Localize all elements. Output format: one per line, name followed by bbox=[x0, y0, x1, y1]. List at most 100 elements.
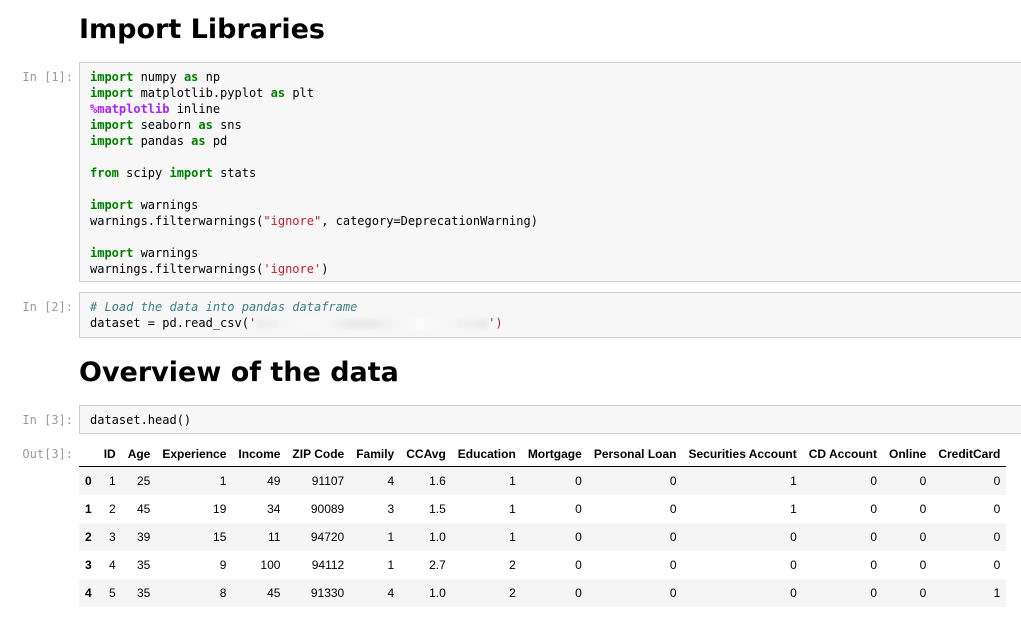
code-token: scipy bbox=[118, 166, 170, 180]
table-cell: 15 bbox=[213, 530, 227, 544]
table-cell: 1 bbox=[387, 558, 395, 572]
code-token: seaborn bbox=[133, 118, 199, 132]
code-cell-1-source[interactable]: import numpy as np import matplotlib.pyp… bbox=[80, 63, 1021, 283]
table-cell: 4 bbox=[387, 586, 395, 600]
cell3-prompt: In [3]: bbox=[22, 413, 73, 427]
dataframe-body: 0 1 25 1 49 91107 4 1.6 1 0 0 1 0 0 0 1 2 45 19 34 90089 3 1.5… bbox=[79, 466, 1007, 607]
table-cell: 3 bbox=[109, 530, 116, 544]
code-keyword: as bbox=[183, 70, 199, 84]
code-keyword: import bbox=[90, 86, 134, 100]
table-cell: 0 bbox=[870, 502, 877, 516]
column-header: Age bbox=[121, 442, 157, 467]
column-header: Securities Account bbox=[682, 442, 803, 467]
table-cell: 91107 bbox=[311, 474, 345, 488]
column-header: Personal Loan bbox=[587, 442, 683, 467]
code-string: 'ignore' bbox=[263, 262, 322, 276]
code-cell-3[interactable]: dataset.head() bbox=[79, 405, 1021, 434]
code-cell-1[interactable]: import numpy as np import matplotlib.pyp… bbox=[79, 62, 1021, 282]
cell1-prompt: In [1]: bbox=[22, 70, 73, 84]
table-cell: 1 bbox=[219, 474, 227, 488]
table-cell: 0 bbox=[790, 530, 797, 544]
column-header: Education bbox=[451, 442, 522, 467]
table-cell: 0 bbox=[919, 558, 927, 572]
table-cell: 0 bbox=[790, 558, 797, 572]
column-header: ZIP Code bbox=[286, 442, 351, 467]
table-cell: 8 bbox=[219, 586, 227, 600]
code-keyword: as bbox=[270, 86, 286, 100]
table-cell: 35 bbox=[137, 586, 151, 600]
table-cell: 1.0 bbox=[429, 586, 446, 600]
table-cell: 2 bbox=[509, 586, 516, 600]
code-comment: # Load the data into pandas dataframe bbox=[90, 300, 358, 314]
table-cell: 0 bbox=[919, 530, 927, 544]
code-string: ') bbox=[488, 316, 503, 330]
table-cell: 2 bbox=[509, 558, 516, 572]
table-cell: 1 bbox=[109, 474, 116, 488]
table-cell: 9 bbox=[219, 558, 227, 572]
table-cell: 91330 bbox=[310, 586, 345, 600]
table-row: 2 3 39 15 11 94720 1 1.0 1 0 0 0 0 0 0 bbox=[79, 523, 1007, 551]
column-header: Income bbox=[232, 442, 287, 467]
table-cell: 0 bbox=[575, 586, 582, 600]
code-token: inline bbox=[169, 102, 221, 116]
table-cell: 0 bbox=[669, 586, 677, 600]
table-cell: 1.5 bbox=[429, 502, 446, 516]
table-cell: 0 bbox=[919, 474, 927, 488]
column-header: Mortgage bbox=[521, 442, 588, 467]
code-token: sns bbox=[212, 118, 242, 132]
table-row: 0 1 25 1 49 91107 4 1.6 1 0 0 1 0 0 0 bbox=[79, 466, 1007, 495]
table-cell: 25 bbox=[137, 474, 151, 488]
column-header: ID bbox=[97, 442, 122, 467]
table-cell: 3 bbox=[387, 502, 395, 516]
table-cell: 0 bbox=[870, 474, 877, 488]
table-cell: 0 bbox=[993, 502, 1001, 516]
table-cell: 0 bbox=[669, 558, 677, 572]
table-row: 1 2 45 19 34 90089 3 1.5 1 0 0 1 0 0 0 bbox=[79, 495, 1006, 523]
heading-import-libraries: Import Libraries bbox=[79, 14, 325, 45]
table-cell: 1 bbox=[509, 530, 516, 544]
table-cell: 35 bbox=[137, 558, 151, 572]
code-token: pandas bbox=[133, 134, 192, 148]
code-keyword: from bbox=[90, 166, 119, 180]
code-keyword: import bbox=[90, 246, 134, 260]
output3-prompt: Out[3]: bbox=[22, 447, 73, 461]
table-row: 4 5 35 8 45 91330 4 1.0 2 0 0 0 0 0 1 bbox=[79, 579, 1007, 607]
code-token: pd bbox=[205, 134, 228, 148]
table-cell: 0 bbox=[669, 474, 677, 488]
table-cell: 0 bbox=[575, 558, 582, 572]
code-cell-2[interactable]: # Load the data into pandas dataframe da… bbox=[79, 292, 1021, 338]
row-index: 2 bbox=[85, 530, 92, 544]
table-cell: 2 bbox=[109, 502, 116, 516]
code-cell-2-source[interactable]: # Load the data into pandas dataframe da… bbox=[80, 293, 1021, 337]
code-token: np bbox=[198, 70, 221, 84]
dataframe-header-row: ID Age Experience Income ZIP Code Family CCAvg… bbox=[79, 442, 1007, 467]
code-keyword: as bbox=[191, 134, 206, 148]
table-cell: 94112 bbox=[311, 558, 345, 572]
table-cell: 0 bbox=[669, 530, 677, 544]
table-cell: 4 bbox=[109, 558, 116, 572]
table-cell: 0 bbox=[993, 474, 1001, 488]
code-cell-3-source[interactable]: dataset.head() bbox=[80, 406, 1021, 434]
table-cell: 100 bbox=[260, 558, 281, 572]
code-token: matplotlib.pyplot bbox=[133, 86, 271, 100]
code-string: "ignore" bbox=[263, 214, 322, 228]
table-cell: 0 bbox=[669, 502, 677, 516]
code-keyword: import bbox=[90, 198, 134, 212]
table-row: 3 4 35 9 100 94112 1 2.7 2 0 0 0 0 0 0 bbox=[79, 551, 1006, 579]
table-cell: 0 bbox=[575, 530, 582, 544]
table-cell: 1 bbox=[387, 530, 395, 544]
table-cell: 0 bbox=[575, 502, 582, 516]
table-cell: 0 bbox=[993, 530, 1001, 544]
table-cell: 1 bbox=[509, 502, 516, 516]
column-header: CreditCard bbox=[932, 442, 1007, 467]
code-string: ' bbox=[248, 316, 257, 330]
table-cell: 0 bbox=[993, 558, 1001, 572]
code-token: warnings.filterwarnings( bbox=[90, 214, 264, 228]
cell2-prompt: In [2]: bbox=[22, 300, 73, 314]
code-token: dataset.head() bbox=[90, 413, 192, 427]
code-keyword: import bbox=[169, 166, 213, 180]
table-cell: 1 bbox=[790, 502, 797, 516]
heading-overview-of-the-data: Overview of the data bbox=[79, 357, 399, 388]
table-cell: 4 bbox=[387, 474, 395, 488]
code-keyword: import bbox=[90, 118, 134, 132]
